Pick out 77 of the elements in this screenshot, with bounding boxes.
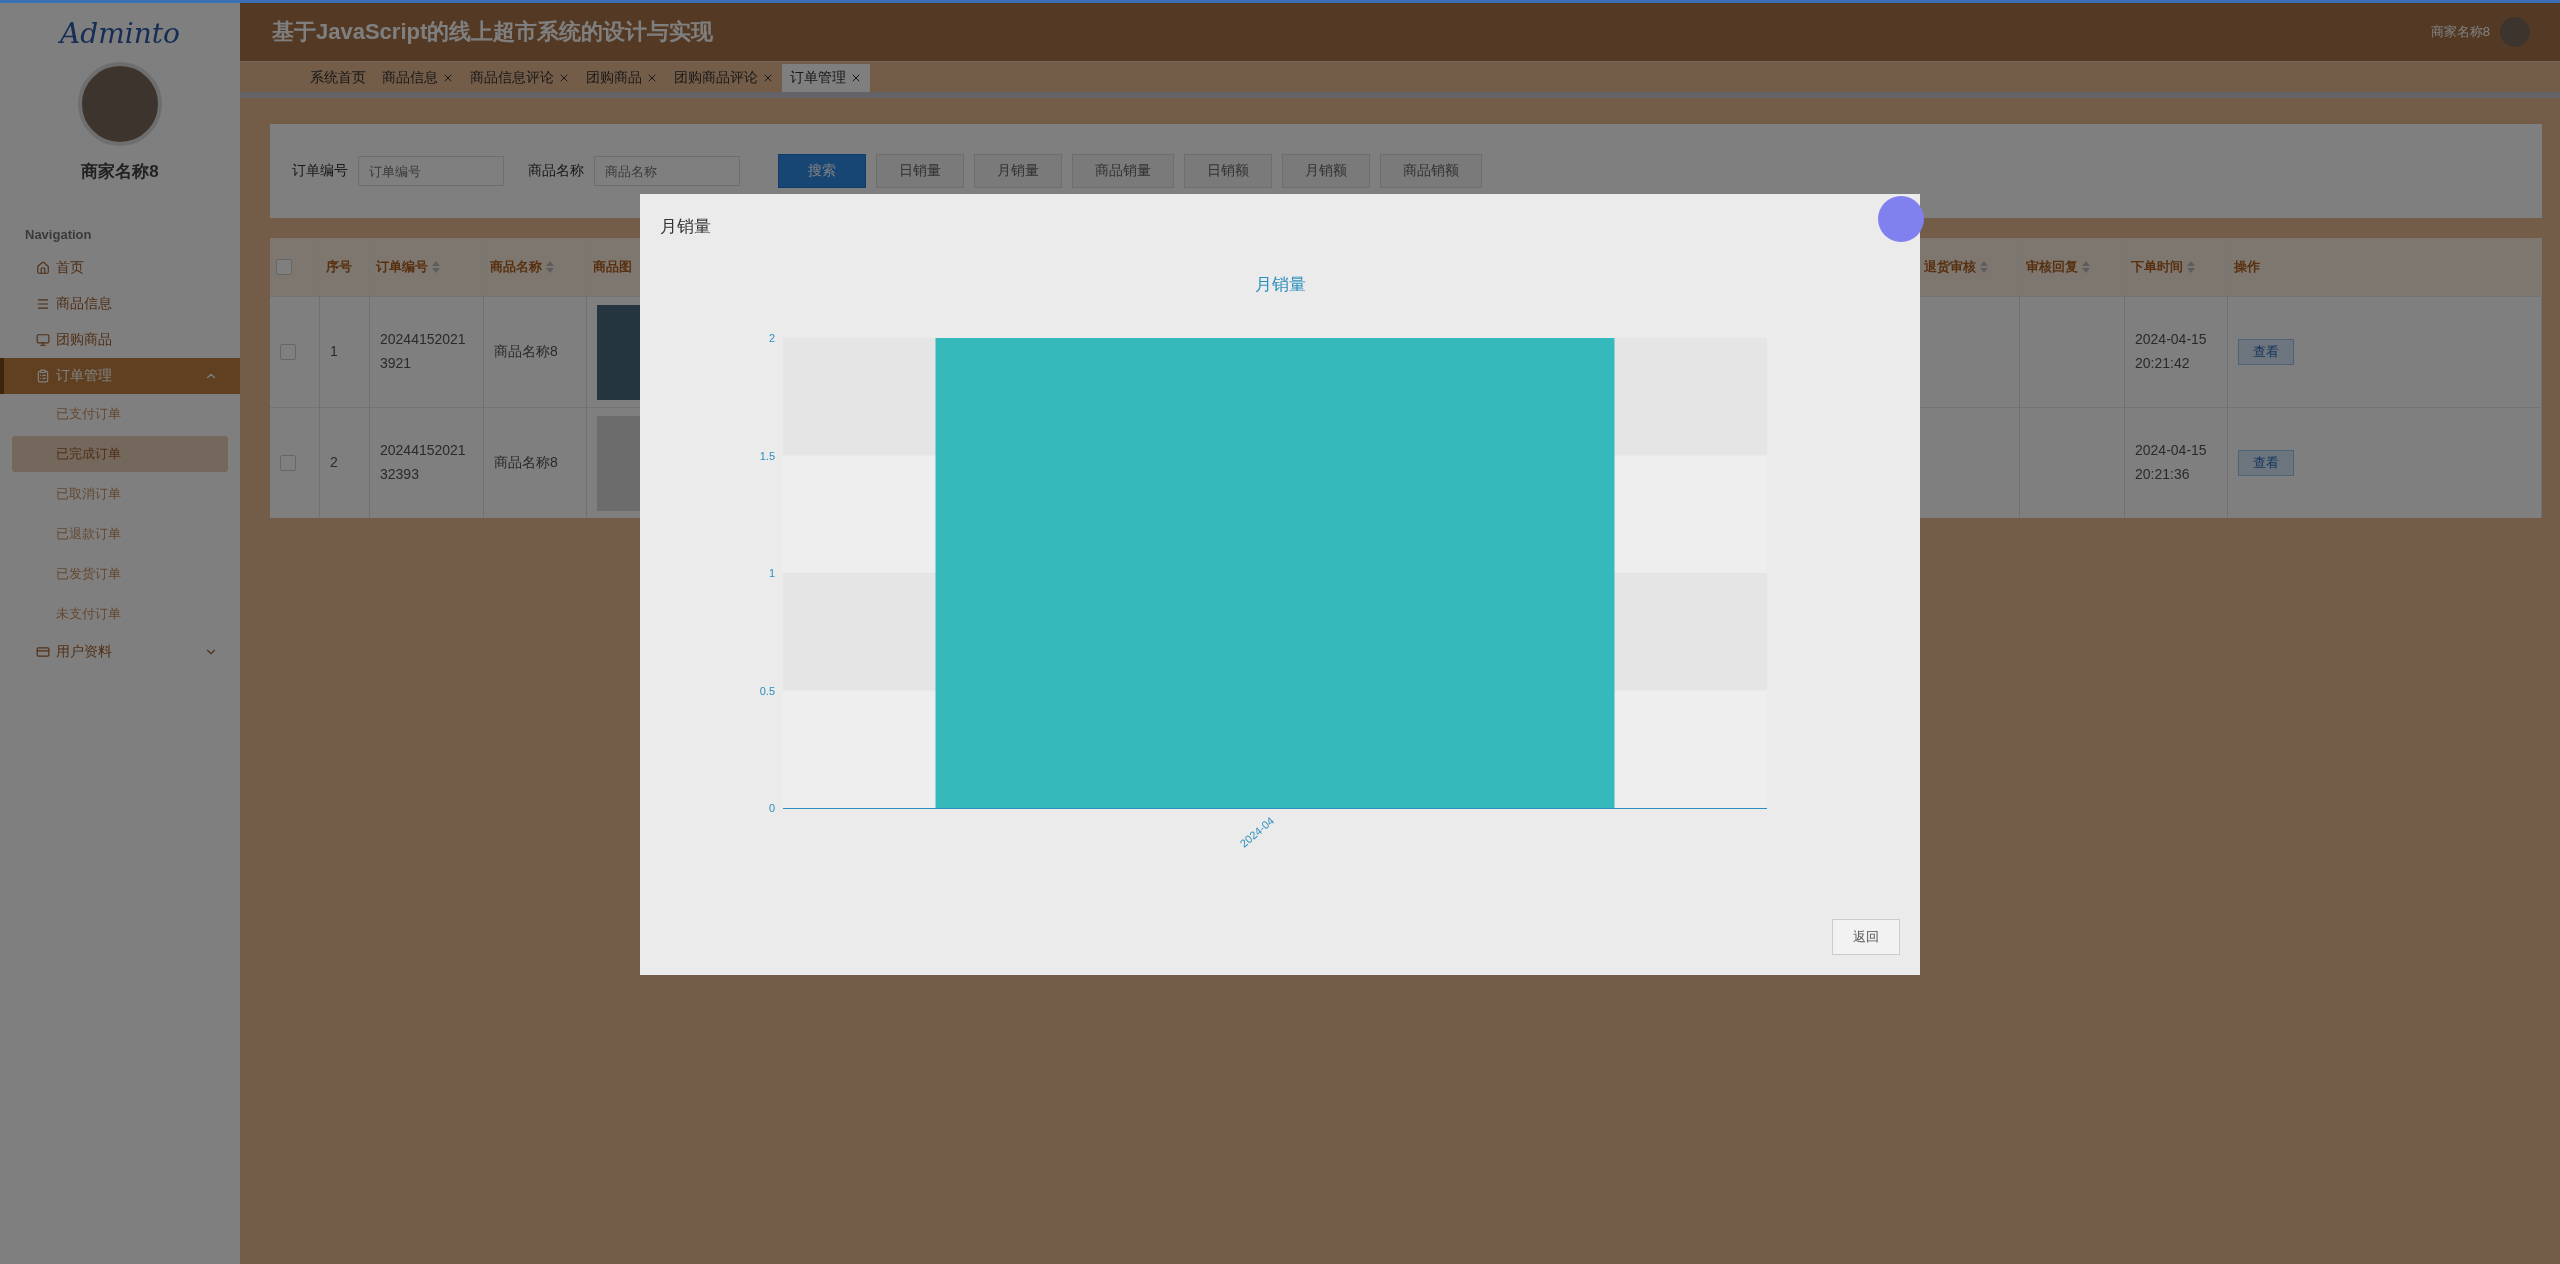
sort-icon[interactable] <box>546 261 554 273</box>
column-header[interactable]: 退货审核 <box>1918 238 2020 296</box>
sort-icon[interactable] <box>2082 261 2090 273</box>
section-label: Navigation <box>25 227 93 242</box>
back-button[interactable]: 返回 <box>1832 919 1900 955</box>
close-icon[interactable] <box>850 72 862 84</box>
field-label: 订单编号 <box>292 162 348 180</box>
stat-button[interactable]: 月销量 <box>974 154 1062 188</box>
sort-icon[interactable] <box>2187 261 2195 273</box>
tab[interactable]: 团购商品 <box>578 64 666 92</box>
sidebar-subitem[interactable]: 已完成订单 <box>12 436 228 472</box>
monitor-icon <box>36 333 50 347</box>
column-header: 序号 <box>320 238 370 296</box>
search-field[interactable]: 商品名称 <box>594 156 740 186</box>
sidebar-item[interactable]: 首页 <box>0 250 240 286</box>
column-header[interactable]: 审核回复 <box>2020 238 2125 296</box>
sidebar-subitem[interactable]: 未支付订单 <box>12 596 228 632</box>
table-cell: 商品名称8 <box>484 407 587 518</box>
close-icon[interactable] <box>558 72 570 84</box>
table-cell: 2024-04-15 20:21:42 <box>2125 296 2228 407</box>
chart-title: 月销量 <box>1254 275 1306 294</box>
stat-button[interactable]: 商品销额 <box>1380 154 1482 188</box>
column-header: 操作 <box>2228 238 2542 296</box>
tab[interactable]: 团购商品评论 <box>666 64 782 92</box>
sort-icon[interactable] <box>1980 261 1988 273</box>
stat-button[interactable]: 月销额 <box>1282 154 1370 188</box>
table-cell: 202441520213921 <box>370 296 484 407</box>
tab[interactable]: 商品信息 <box>374 64 462 92</box>
y-tick-label: 2 <box>768 332 775 344</box>
sidebar-subitem[interactable]: 已退款订单 <box>12 516 228 552</box>
sort-icon[interactable] <box>432 261 440 273</box>
stat-button[interactable]: 日销量 <box>876 154 964 188</box>
y-tick-label: 1 <box>768 567 775 579</box>
stat-button[interactable]: 日销额 <box>1184 154 1272 188</box>
header-user-name[interactable]: 商家名称8 <box>2430 23 2490 41</box>
sidebar-subitem[interactable]: 已取消订单 <box>12 476 228 512</box>
search-button[interactable]: 搜索 <box>778 154 866 188</box>
list-icon <box>36 297 50 311</box>
sidebar-item[interactable]: 商品信息 <box>0 286 240 322</box>
tab[interactable]: 商品信息评论 <box>462 64 578 92</box>
y-tick-label: 0.5 <box>759 684 775 697</box>
checkbox[interactable] <box>280 455 296 471</box>
page-title: 基于JavaScript的线上超市系统的设计与实现 <box>272 18 714 46</box>
card-icon <box>36 645 50 659</box>
checkbox[interactable] <box>280 344 296 360</box>
tab[interactable]: 系统首页 <box>280 64 374 92</box>
field-label: 商品名称 <box>528 162 584 180</box>
checkbox[interactable] <box>276 259 292 275</box>
table-cell: 2024-04-15 20:21:36 <box>2125 407 2228 518</box>
sidebar-subitem[interactable]: 已发货订单 <box>12 556 228 592</box>
sidebar-subitem[interactable]: 已支付订单 <box>12 396 228 432</box>
sidebar-item[interactable]: 订单管理 <box>0 358 240 394</box>
table-cell: 2 <box>320 407 370 518</box>
logo: Adminto <box>57 17 181 50</box>
clipboard-icon <box>36 369 50 383</box>
y-tick-label: 1.5 <box>759 449 775 462</box>
table-cell: 1 <box>320 296 370 407</box>
sidebar-item[interactable]: 用户资料 <box>0 634 240 670</box>
stat-button[interactable]: 商品销量 <box>1072 154 1174 188</box>
close-icon[interactable] <box>646 72 658 84</box>
user-name: 商家名称8 <box>80 161 160 183</box>
modal-title: 月销量 <box>660 216 711 238</box>
search-field[interactable]: 订单编号 <box>358 156 504 186</box>
sidebar-item[interactable]: 团购商品 <box>0 322 240 358</box>
home-icon <box>36 261 50 275</box>
close-icon[interactable] <box>442 72 454 84</box>
tab[interactable]: 订单管理 <box>782 64 870 92</box>
table-cell: 2024415202132393 <box>370 407 484 518</box>
table-cell: 商品名称8 <box>484 296 587 407</box>
view-button[interactable]: 查看 <box>2238 450 2294 476</box>
view-button[interactable]: 查看 <box>2238 339 2294 365</box>
y-tick-label: 0 <box>768 802 775 814</box>
close-icon[interactable] <box>762 72 774 84</box>
column-header[interactable]: 订单编号 <box>370 238 484 296</box>
close-button[interactable] <box>1878 196 1924 242</box>
column-header[interactable]: 商品名称 <box>484 238 587 296</box>
column-header[interactable]: 下单时间 <box>2125 238 2228 296</box>
